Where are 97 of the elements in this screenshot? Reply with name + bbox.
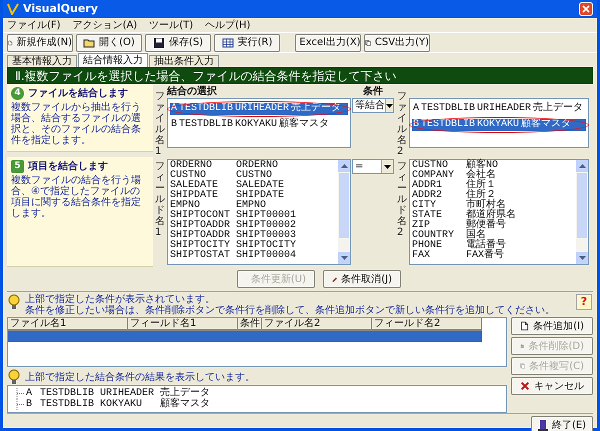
light-bulb-icon [7, 369, 21, 385]
field-name[interactable]: CITY [412, 201, 466, 211]
menu-item[interactable]: ツール(T) [149, 18, 194, 32]
field-label[interactable]: SHIPTOCITY [236, 241, 336, 251]
toolbar-button[interactable]: 保存(S) [145, 34, 211, 52]
exit-button[interactable]: 終了(E) [531, 416, 593, 431]
field-label[interactable]: FAX番号 [466, 251, 574, 261]
field2-label: フィールド名2 [397, 161, 407, 240]
field-name[interactable]: COUNTRY [412, 231, 466, 241]
tree-line-icon [16, 388, 26, 399]
toolbar-button[interactable]: 実行(R) [214, 34, 280, 52]
field-label[interactable]: SHIPT00003 [236, 231, 336, 241]
field-label[interactable]: SHIPT00004 [236, 251, 336, 261]
tab[interactable]: 基本情報入力 [7, 55, 77, 67]
file-list-item[interactable]: A TESTDBLIB URIHEADER 売上データ [412, 103, 586, 115]
field-name[interactable]: COMPANY [412, 171, 466, 181]
field-name[interactable]: SHIPDATE [170, 191, 236, 201]
field-name[interactable]: SHIPTOSTAT [170, 251, 236, 261]
scrollbar[interactable] [338, 160, 350, 264]
section-heading: Ⅱ.複数ファイルを選択した場合、ファイルの結合条件を指定して下さい [15, 68, 397, 84]
tree-item[interactable]: B TESTDBLIB KOKYAKU 顧客マスタ [26, 399, 210, 410]
close-icon [582, 5, 590, 13]
field-label[interactable]: SHIPT00002 [236, 221, 336, 231]
action-button[interactable]: 条件追加(I) [511, 317, 593, 335]
dropdown-arrow-icon [384, 164, 391, 168]
help-button[interactable]: ? [576, 294, 592, 310]
field-name[interactable]: CUSTNO [412, 161, 466, 171]
field-label[interactable]: CUSTNO [236, 171, 336, 181]
field-name[interactable]: STATE [412, 211, 466, 221]
condition-label: 条件 [363, 84, 383, 98]
dropdown-arrow-icon [386, 104, 393, 108]
field-name[interactable]: FAX [412, 251, 466, 261]
field-name[interactable]: ZIP [412, 221, 466, 231]
column-header[interactable]: 条件 [238, 318, 262, 331]
field-name[interactable]: SHIPTOADDR [170, 231, 236, 241]
column-header[interactable]: ファイル名2 [262, 318, 372, 331]
tab[interactable]: 結合情報入力 [78, 53, 148, 67]
door-icon [538, 419, 548, 431]
toolbar-button[interactable]: 新規作成(N) [7, 34, 73, 52]
field-label[interactable]: SHIPDATE [236, 191, 336, 201]
file2-label: ファイル名2 [397, 91, 407, 157]
tree-item[interactable]: A TESTDBLIB URIHEADER 売上データ [26, 388, 210, 399]
field-name[interactable]: CUSTNO [170, 171, 236, 181]
info-text: 上部で指定した結合条件の結果を表示しています。 [25, 370, 255, 384]
step-title: 項目を結合します [28, 160, 108, 174]
toolbar-button[interactable]: Excel出力(X) [295, 34, 361, 52]
grid-icon [222, 36, 234, 48]
step-number-icon: 5 [11, 160, 24, 173]
file1-label: ファイル名1 [155, 91, 165, 157]
menu-item[interactable]: ファイル(F) [7, 18, 61, 32]
field-name[interactable]: ADDR2 [412, 191, 466, 201]
menu-item[interactable]: ヘルプ(H) [205, 18, 250, 32]
join-type-select[interactable]: 等結合 [352, 98, 394, 113]
toolbar-button[interactable]: 開く(O) [76, 34, 142, 52]
scroll-down-icon[interactable] [578, 256, 586, 260]
column-header[interactable]: ファイル名1 [8, 318, 128, 331]
field1-label: フィールド名1 [155, 161, 165, 240]
cross-icon [520, 380, 530, 392]
column-header[interactable]: フィールド名2 [372, 318, 482, 331]
toolbar-button[interactable]: CSV出力(Y) [364, 34, 430, 52]
scroll-up-icon[interactable] [578, 164, 586, 168]
close-button[interactable] [579, 2, 593, 16]
field-label[interactable]: EMPNO [236, 201, 336, 211]
step-description: 複数ファイルの結合を行う場合、④で指定したファイルの項目に関する結合条件を指定します。 [11, 175, 142, 219]
field-name[interactable]: EMPNO [170, 201, 236, 211]
document-icon [520, 320, 530, 332]
action-button[interactable]: 条件取消(J) [323, 270, 401, 288]
step-description: 複数ファイルから抽出を行う場合、結合するファイルの選択と、そのファイルの結合条件を指定します。 [11, 102, 142, 146]
field-name[interactable]: ADDR1 [412, 181, 466, 191]
field-name[interactable]: ORDERNO [170, 161, 236, 171]
scrollbar[interactable] [576, 160, 588, 264]
info-text: 条件を修正したい場合は、条件削除ボタンで条件行を削除して、条件追加ボタンで新しい条件行を追加してください。 [25, 305, 556, 316]
window-title: VisualQuery [23, 0, 99, 17]
light-bulb-icon [7, 294, 21, 310]
field-label[interactable]: SHIPT00001 [236, 211, 336, 221]
field-name[interactable]: PHONE [412, 241, 466, 251]
tree-line-icon [16, 399, 26, 410]
tab[interactable]: 抽出条件入力 [149, 55, 219, 67]
menu-item[interactable]: アクション(A) [72, 18, 138, 32]
field-name[interactable]: SALEDATE [170, 181, 236, 191]
field-name[interactable]: SHIPTOADDR [170, 221, 236, 231]
operator-select[interactable]: = [352, 159, 394, 174]
action-button[interactable]: キャンセル [511, 377, 593, 395]
field-label[interactable]: ORDERNO [236, 161, 336, 171]
step-title: ファイルを結合します [28, 86, 128, 101]
scroll-up-icon[interactable] [340, 164, 348, 168]
file-list-item[interactable]: B TESTDBLIB KOKYAKU 顧客マスタ [170, 119, 348, 131]
list-label: 結合の選択 [167, 84, 218, 98]
folder-icon [83, 36, 96, 48]
app-logo-icon [7, 3, 19, 15]
field-name[interactable]: SHIPTOCONT [170, 211, 236, 221]
scroll-down-icon[interactable] [340, 256, 348, 260]
field-name[interactable]: SHIPTOCITY [170, 241, 236, 251]
step-number-icon: 4 [11, 87, 24, 100]
column-header[interactable]: フィールド名1 [128, 318, 238, 331]
field-label[interactable]: SALEDATE [236, 181, 336, 191]
info-text: 上部で指定した条件が表示されています。 [25, 294, 216, 305]
